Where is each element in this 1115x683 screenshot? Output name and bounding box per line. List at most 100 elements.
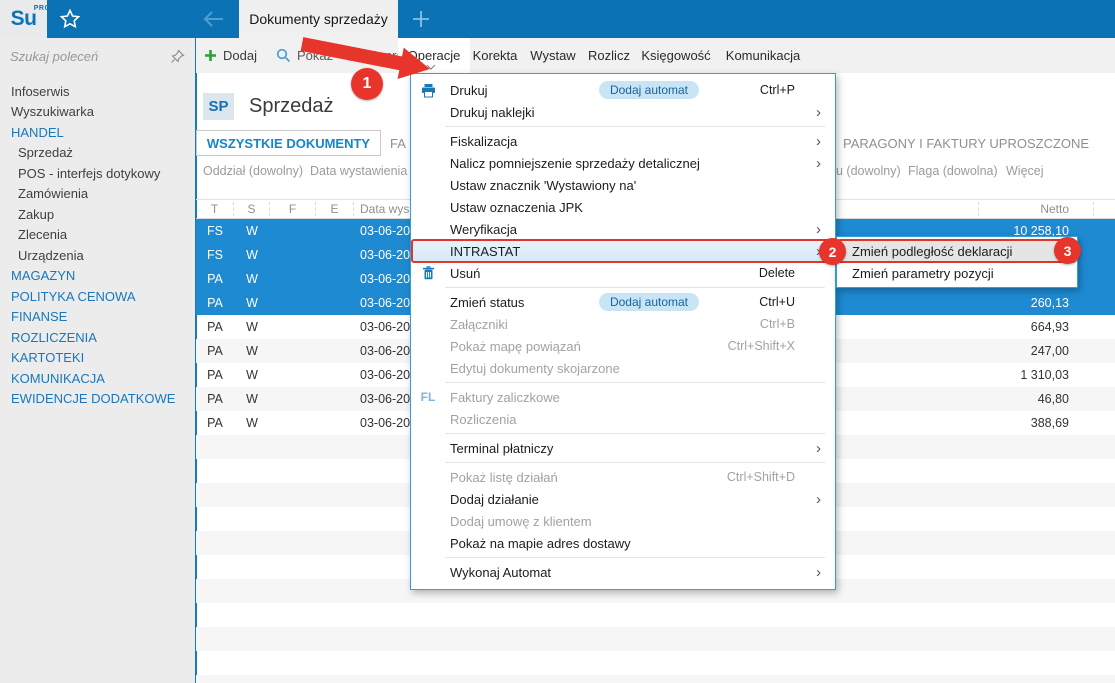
sidebar-item-handel[interactable]: HANDEL	[0, 122, 195, 143]
favorites-star-icon[interactable]	[58, 7, 82, 31]
menu-item-weryfikacja[interactable]: Weryfikacja	[411, 218, 835, 240]
add-button[interactable]: Dodaj	[204, 38, 257, 73]
menu-item-usun[interactable]: Usuń Delete	[411, 262, 835, 284]
sidebar-item-kartoteki[interactable]: KARTOTEKI	[0, 348, 195, 369]
menu-item-ustaw-oznaczenia-jpk[interactable]: Ustaw oznaczenia JPK	[411, 196, 835, 218]
menu-separator	[445, 433, 825, 434]
sidebar-item-urzadzenia[interactable]: Urządzenia	[0, 245, 195, 266]
annotation-step-1: 1	[351, 68, 383, 100]
sidebar-item-pos[interactable]: POS - interfejs dotykowy	[0, 163, 195, 184]
submenu-arrow-icon	[795, 155, 821, 172]
sidebar-item-rozliczenia[interactable]: ROZLICZENIA	[0, 327, 195, 348]
sidebar-item-zamowienia[interactable]: Zamówienia	[0, 184, 195, 205]
menu-item-rozliczenia[interactable]: Rozliczenia	[411, 408, 835, 430]
menu-item-nalicz-pomniejszenie[interactable]: Nalicz pomniejszenie sprzedaży detaliczn…	[411, 152, 835, 174]
submenu-arrow-icon	[795, 491, 821, 508]
menu-item-intrastat[interactable]: INTRASTAT	[411, 240, 835, 262]
tab-paragony-i-faktury[interactable]: PARAGONY I FAKTURY UPROSZCZONE	[843, 136, 1089, 151]
sidebar-item-ewidencje-dodatkowe[interactable]: EWIDENCJE DODATKOWE	[0, 389, 195, 410]
menu-item-fiskalizacja[interactable]: Fiskalizacja	[411, 130, 835, 152]
sidebar-item-wyszukiwarka[interactable]: Wyszukiwarka	[0, 102, 195, 123]
col-header-f[interactable]: F	[270, 202, 316, 216]
submenu-item-zmien-podleglosc[interactable]: Zmień podległość deklaracji	[837, 240, 1077, 262]
col-header-s[interactable]: S	[234, 202, 270, 216]
empty-row	[196, 603, 1115, 627]
col-header-e[interactable]: E	[316, 202, 354, 216]
chevron-down-icon	[426, 64, 436, 70]
menu-item-zalaczniki[interactable]: Załączniki Ctrl+B	[411, 313, 835, 335]
menu-rozlicz[interactable]: Rozlicz	[587, 38, 631, 73]
title-bar: Su PRO Dokumenty sprzedaży	[0, 0, 1115, 38]
menu-korekta[interactable]: Korekta	[472, 38, 518, 73]
sidebar-item-zakup[interactable]: Zakup	[0, 204, 195, 225]
annotation-step-3: 3	[1054, 237, 1081, 264]
sidebar-item-finanse[interactable]: FINANSE	[0, 307, 195, 328]
menu-item-faktury-zaliczkowe[interactable]: FL Faktury zaliczkowe	[411, 386, 835, 408]
menu-item-zmien-status[interactable]: Zmień status Dodaj automat Ctrl+U	[411, 291, 835, 313]
empty-row	[196, 675, 1115, 683]
fl-icon: FL	[420, 390, 436, 404]
col-header-netto[interactable]: Netto	[978, 202, 1093, 216]
app-logo[interactable]: Su PRO	[0, 0, 50, 38]
sidebar-item-polityka-cenowa[interactable]: POLITYKA CENOWA	[0, 286, 195, 307]
sidebar-item-komunikacja[interactable]: KOMUNIKACJA	[0, 368, 195, 389]
menu-ksiegowosc[interactable]: Księgowość	[640, 38, 712, 73]
show-button[interactable]: Pokaż	[276, 38, 333, 73]
menu-item-edytuj-dokumenty-skojarzone[interactable]: Edytuj dokumenty skojarzone	[411, 357, 835, 379]
menu-item-wykonaj-automat[interactable]: Wykonaj Automat	[411, 561, 835, 583]
sidebar-item-magazyn[interactable]: MAGAZYN	[0, 266, 195, 287]
menu-item-drukuj-naklejki[interactable]: Drukuj naklejki	[411, 101, 835, 123]
menu-separator	[445, 126, 825, 127]
dodaj-automat-badge[interactable]: Dodaj automat	[598, 81, 699, 99]
menu-item-dodaj-dzialanie[interactable]: Dodaj działanie	[411, 488, 835, 510]
app-window: Su PRO Dokumenty sprzedaży Szukaj poleceń…	[0, 0, 1115, 683]
logo-text: Su	[10, 7, 37, 30]
menu-separator	[445, 462, 825, 463]
menu-item-pokaz-mape-powiazan[interactable]: Pokaż mapę powiązań Ctrl+Shift+X	[411, 335, 835, 357]
menu-item-dodaj-umowe[interactable]: Dodaj umowę z klientem	[411, 510, 835, 532]
menu-separator	[445, 287, 825, 288]
new-tab-button[interactable]	[398, 0, 444, 38]
col-header-t[interactable]: T	[196, 202, 234, 216]
dodaj-automat-badge[interactable]: Dodaj automat	[598, 293, 699, 311]
filter-typ-dokumentu[interactable]: u (dowolny)	[836, 164, 901, 178]
menu-item-ustaw-znacznik[interactable]: Ustaw znacznik 'Wystawiony na'	[411, 174, 835, 196]
intrastat-submenu: Zmień podległość deklaracji Zmień parame…	[836, 236, 1078, 288]
sidebar: Szukaj poleceń Infoserwis Wyszukiwarka H…	[0, 38, 195, 683]
sidebar-item-zlecenia[interactable]: Zlecenia	[0, 225, 195, 246]
sidebar-item-infoserwis[interactable]: Infoserwis	[0, 81, 195, 102]
menu-wystaw[interactable]: Wystaw	[530, 38, 576, 73]
menu-komunikacja[interactable]: Komunikacja	[720, 38, 806, 73]
filter-oddzial[interactable]: Oddział (dowolny)	[203, 164, 303, 178]
back-arrow-icon[interactable]	[200, 7, 226, 31]
filter-flaga[interactable]: Flaga (dowolna)	[908, 164, 998, 178]
sidebar-item-sprzedaz[interactable]: Sprzedaż	[0, 143, 195, 164]
menu-item-pokaz-na-mapie[interactable]: Pokaż na mapie adres dostawy	[411, 532, 835, 554]
filter-wiecej[interactable]: Więcej	[1006, 164, 1044, 178]
module-badge: SP	[203, 93, 234, 120]
filter-data-wystawienia[interactable]: Data wystawienia	[310, 164, 407, 178]
menu-item-drukuj[interactable]: Drukuj Dodaj automat Ctrl+P	[411, 79, 835, 101]
submenu-arrow-icon	[795, 221, 821, 238]
tab-fa[interactable]: FA	[390, 136, 406, 151]
plus-icon	[413, 11, 429, 27]
sidebar-nav: Infoserwis Wyszukiwarka HANDEL Sprzedaż …	[0, 75, 195, 409]
submenu-item-zmien-parametry[interactable]: Zmień parametry pozycji	[837, 262, 1077, 284]
submenu-arrow-icon	[795, 564, 821, 581]
logo-pro-badge: PRO	[33, 5, 51, 12]
menu-item-terminal-platniczy[interactable]: Terminal płatniczy	[411, 437, 835, 459]
menu-item-pokaz-liste-dzialan[interactable]: Pokaż listę działań Ctrl+Shift+D	[411, 466, 835, 488]
submenu-arrow-icon	[795, 104, 821, 121]
search-icon	[276, 48, 291, 63]
pin-icon[interactable]	[170, 49, 185, 64]
tab-wszystkie-dokumenty[interactable]: WSZYSTKIE DOKUMENTY	[196, 130, 381, 156]
tab-dokumenty-sprzedazy[interactable]: Dokumenty sprzedaży	[239, 0, 398, 38]
brush-icon	[350, 49, 363, 62]
command-search[interactable]: Szukaj poleceń	[0, 38, 195, 75]
operacje-dropdown-menu: Drukuj Dodaj automat Ctrl+P Drukuj nakle…	[410, 73, 836, 590]
plus-icon	[205, 50, 216, 61]
submenu-arrow-icon	[795, 243, 821, 260]
empty-row	[196, 627, 1115, 651]
search-placeholder: Szukaj poleceń	[10, 49, 99, 64]
page-title: Sprzedaż	[249, 95, 334, 117]
